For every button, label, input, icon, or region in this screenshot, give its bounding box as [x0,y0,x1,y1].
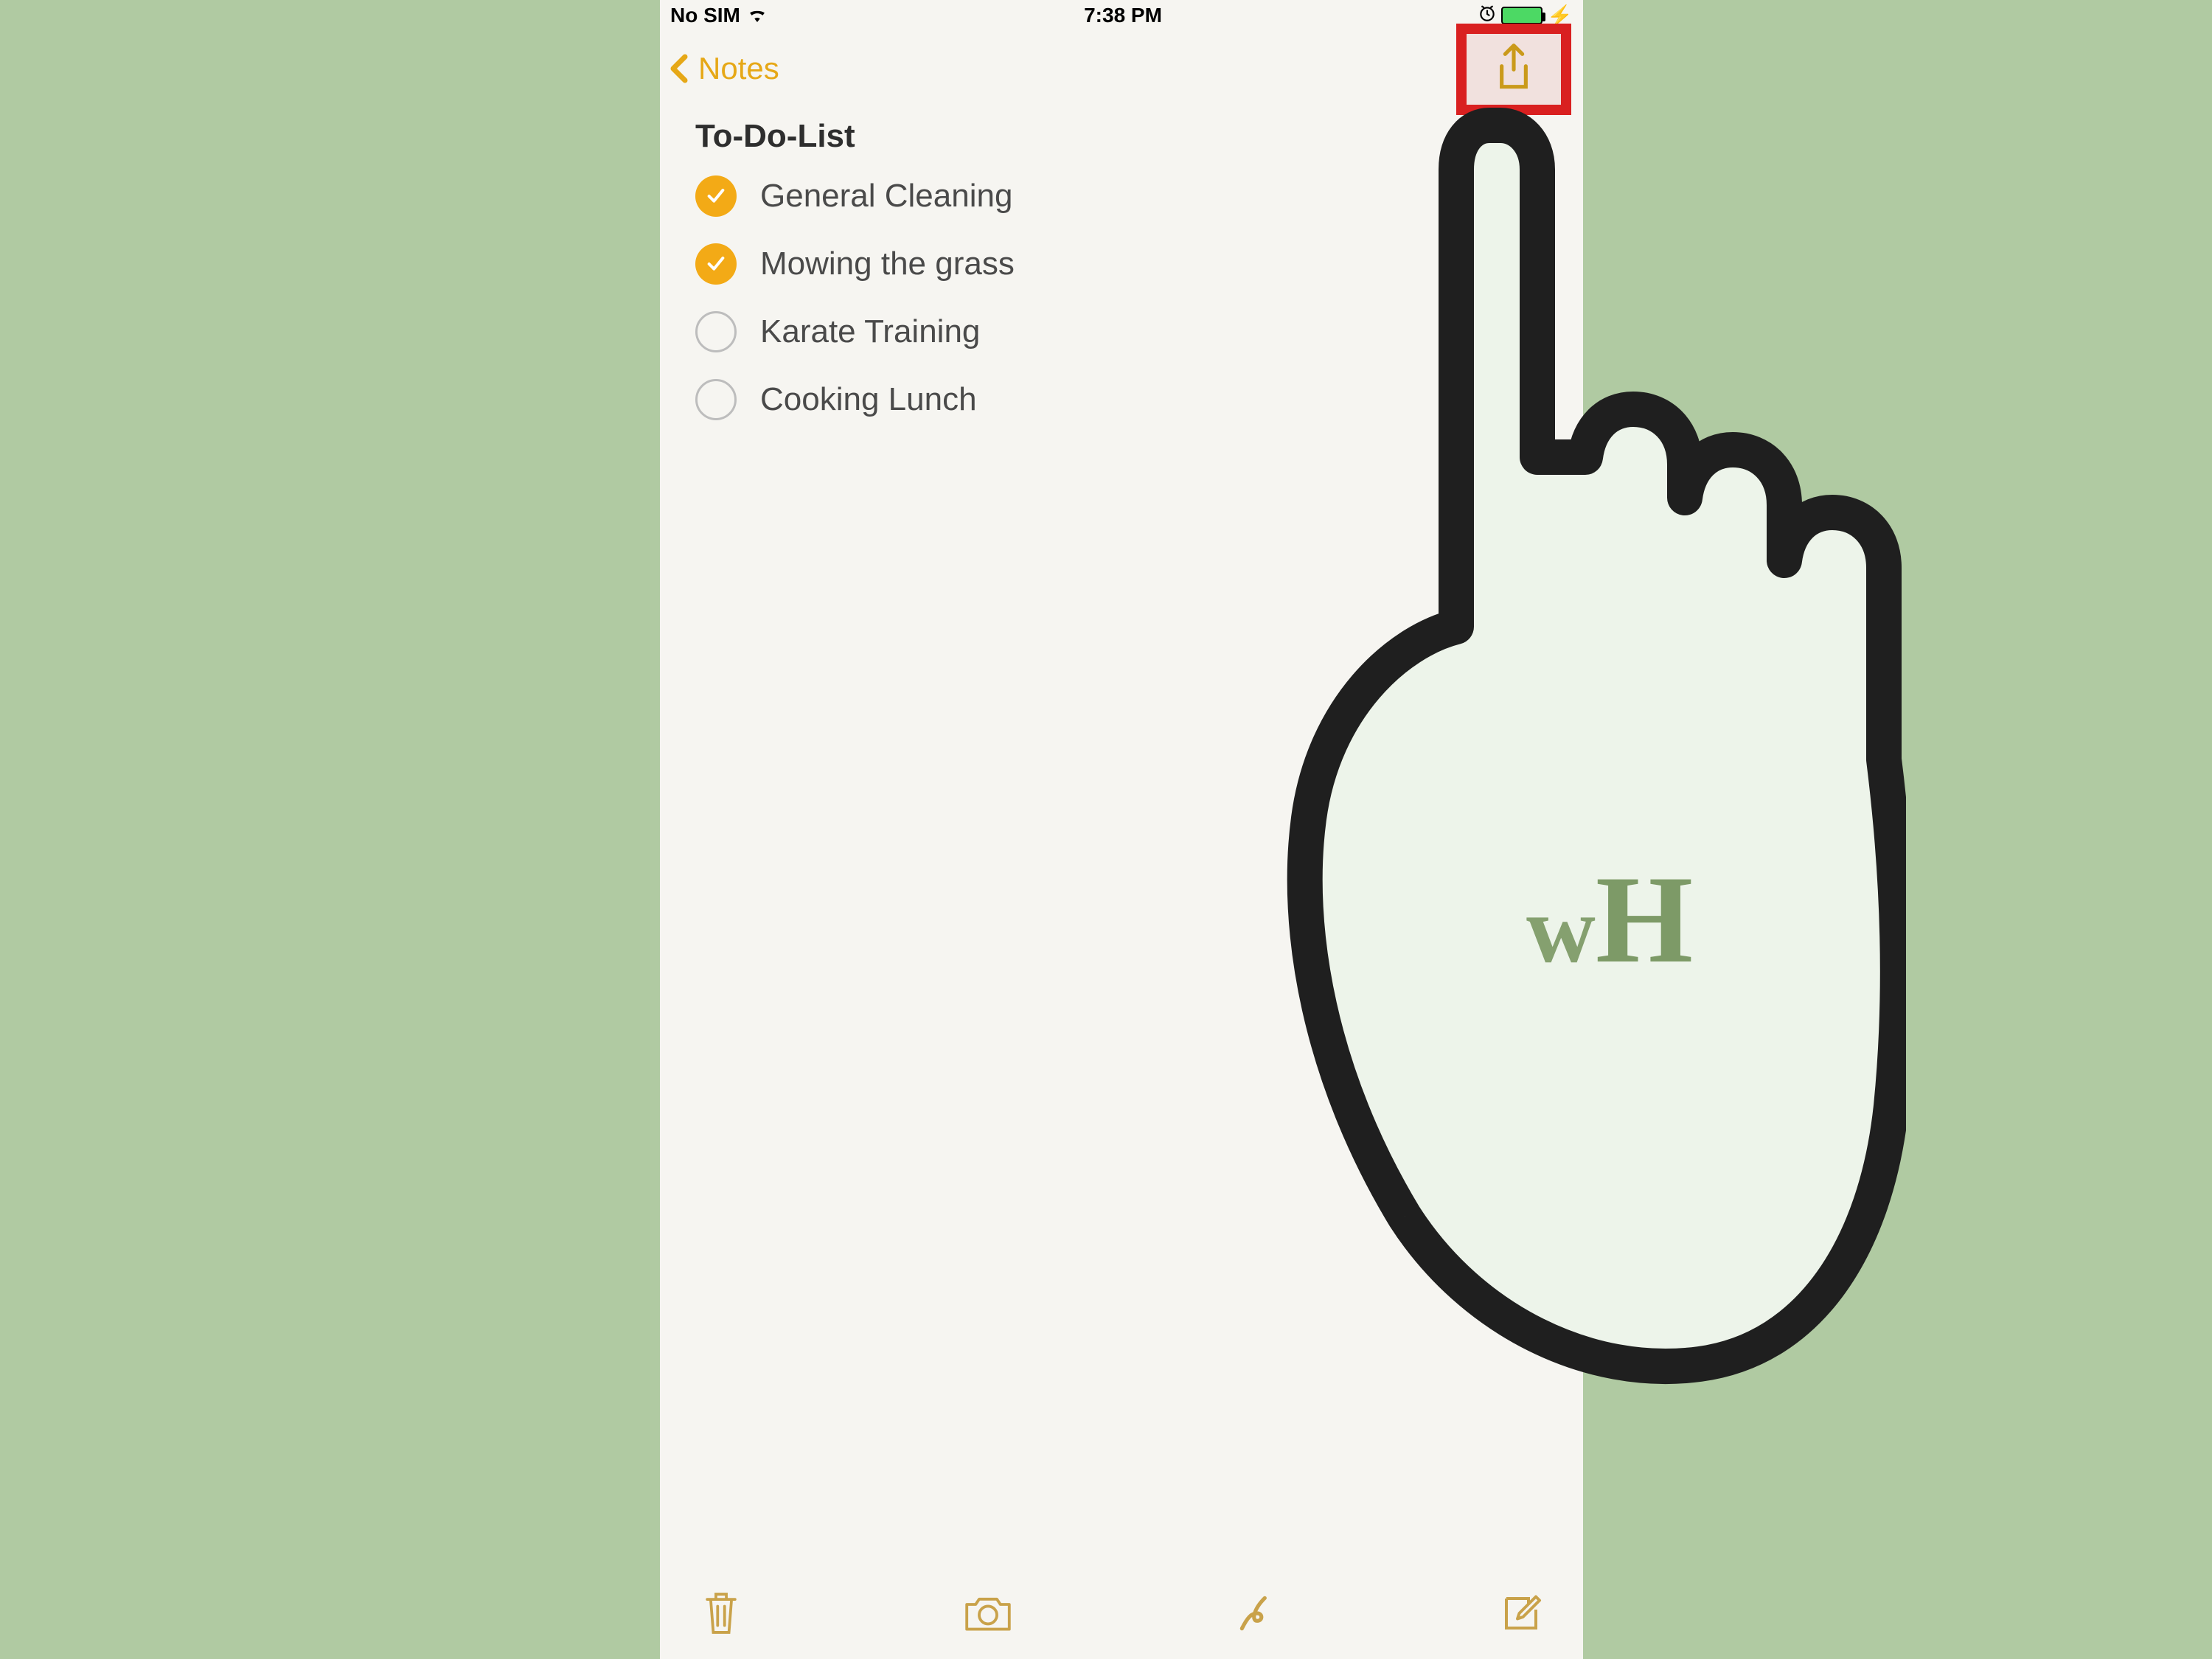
checklist-item[interactable]: Cooking Lunch [695,379,1548,420]
checklist-item[interactable]: Karate Training [695,311,1548,352]
phone-screen: No SIM 7:38 PM ⚡ Notes To-Do-Lis [660,0,1583,1659]
compose-icon[interactable] [1499,1591,1543,1639]
share-icon[interactable] [1493,42,1534,97]
checklist-item[interactable]: Mowing the grass [695,243,1548,285]
logo-h: H [1596,850,1693,989]
checklist-item-label: Karate Training [760,313,980,350]
carrier-text: No SIM [670,4,740,27]
trash-icon[interactable] [700,1589,742,1641]
checklist-item-label: Mowing the grass [760,246,1015,282]
checkbox-checked-icon[interactable] [695,175,737,217]
checklist-item-label: Cooking Lunch [760,381,977,418]
battery-icon [1501,7,1543,24]
wikihow-logo: wH [1526,857,1693,982]
checklist-item-label: General Cleaning [760,178,1012,215]
share-button-highlight [1456,24,1571,115]
clock: 7:38 PM [1084,4,1162,27]
logo-w: w [1526,877,1596,983]
bottom-toolbar [660,1571,1583,1659]
back-button[interactable]: Notes [663,51,779,86]
nav-bar: Notes [660,31,1583,106]
status-left: No SIM [670,4,768,27]
chevron-left-icon [663,51,698,86]
checklist-item[interactable]: General Cleaning [695,175,1548,217]
status-bar: No SIM 7:38 PM ⚡ [660,0,1583,31]
note-content: To-Do-List General Cleaning Mowing the g… [660,106,1583,1571]
camera-icon[interactable] [961,1592,1015,1638]
checkbox-unchecked-icon[interactable] [695,311,737,352]
note-title: To-Do-List [695,118,1548,155]
back-label: Notes [698,51,779,86]
sketch-icon[interactable] [1234,1590,1280,1640]
wifi-icon [746,4,768,27]
checkbox-unchecked-icon[interactable] [695,379,737,420]
checkbox-checked-icon[interactable] [695,243,737,285]
